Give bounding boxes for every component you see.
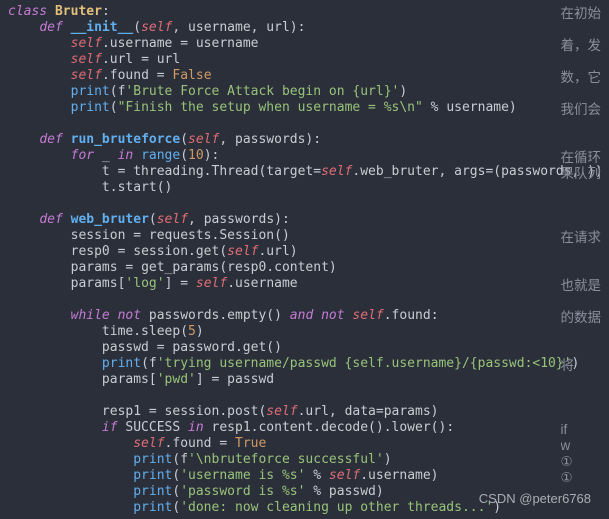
code-line: params['pwd'] = passwd: [8, 372, 274, 387]
code-line: self.found = True: [8, 436, 266, 451]
code-line: print(f'\nbruteforce successful'): [8, 452, 392, 467]
code-line: print("Finish the setup when username = …: [8, 100, 517, 115]
code-line: def __init__(self, username, url):: [8, 20, 305, 35]
code-line: time.sleep(5): [8, 324, 204, 339]
code-block: class Bruter: def __init__(self, usernam…: [0, 0, 609, 516]
code-line: print('password is %s' % passwd): [8, 484, 384, 499]
code-line: t = threading.Thread(target=self.web_bru…: [8, 164, 603, 179]
code-line: self.url = url: [8, 52, 180, 67]
code-line: for _ in range(10):: [8, 148, 219, 163]
code-line: resp1 = session.post(self.url, data=para…: [8, 404, 439, 419]
code-line: print('username is %s' % self.username): [8, 468, 439, 483]
code-line: def web_bruter(self, passwords):: [8, 212, 290, 227]
code-line: session = requests.Session(): [8, 228, 290, 243]
code-line: t.start(): [8, 180, 172, 195]
code-line: passwd = password.get(): [8, 340, 282, 355]
code-line: print(f'trying username/passwd {self.use…: [8, 356, 579, 371]
code-line: while not passwords.empty() and not self…: [8, 308, 439, 323]
code-line: self.found = False: [8, 68, 212, 83]
code-line: print(f'Brute Force Attack begin on {url…: [8, 84, 407, 99]
code-line: def run_bruteforce(self, passwords):: [8, 132, 321, 147]
code-line: class Bruter:: [8, 4, 110, 19]
code-line: params['log'] = self.username: [8, 276, 298, 291]
watermark: CSDN @peter6768: [479, 491, 591, 507]
code-line: resp0 = session.get(self.url): [8, 244, 298, 259]
code-line: params = get_params(resp0.content): [8, 260, 337, 275]
code-line: self.username = username: [8, 36, 258, 51]
code-line: print('done: now cleaning up other threa…: [8, 500, 501, 515]
code-line: if SUCCESS in resp1.content.decode().low…: [8, 420, 454, 435]
